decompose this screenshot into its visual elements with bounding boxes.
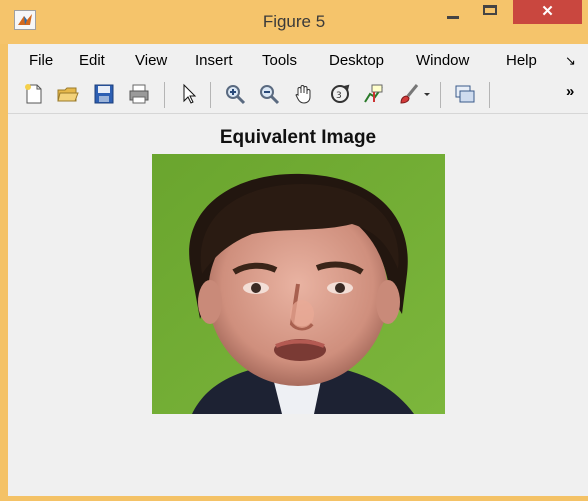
menu-window[interactable]: Window [416, 52, 469, 69]
axes-title: Equivalent Image [219, 127, 377, 148]
print-icon[interactable] [127, 82, 151, 106]
brush-icon[interactable] [397, 82, 421, 106]
menu-desktop[interactable]: Desktop [329, 52, 384, 69]
maximize-icon [483, 5, 497, 15]
title-bar[interactable]: Figure 5 ✕ [0, 0, 588, 44]
select-pointer-icon[interactable] [177, 82, 201, 106]
minimize-icon [447, 16, 459, 19]
toolbar-separator [210, 82, 211, 108]
menu-insert[interactable]: Insert [195, 52, 233, 69]
close-button[interactable]: ✕ [513, 0, 582, 24]
rotate-3d-icon[interactable]: 3 [328, 82, 352, 106]
toolbar-separator [489, 82, 490, 108]
menu-file[interactable]: File [29, 52, 53, 69]
toolbar-separator [164, 82, 165, 108]
new-figure-icon[interactable] [22, 82, 46, 106]
svg-text:3: 3 [336, 91, 342, 101]
menu-overflow-icon[interactable]: ↘ [565, 53, 576, 69]
figure-window: Figure 5 ✕ File Edit View Insert Tools D… [0, 0, 588, 501]
brush-dropdown-icon[interactable] [422, 82, 432, 106]
face-image [152, 154, 445, 414]
maximize-button[interactable] [478, 0, 504, 22]
open-file-icon[interactable] [56, 82, 80, 106]
menu-tools[interactable]: Tools [262, 52, 297, 69]
menu-edit[interactable]: Edit [79, 52, 105, 69]
window-bottom-border [0, 496, 588, 501]
link-plot-icon[interactable] [453, 82, 477, 106]
menu-view[interactable]: View [135, 52, 167, 69]
zoom-in-icon[interactable] [223, 82, 247, 106]
data-cursor-icon[interactable] [362, 82, 386, 106]
menu-bar: File Edit View Insert Tools Desktop Wind… [8, 44, 588, 74]
figure-canvas: Equivalent Image [8, 114, 588, 496]
menu-help[interactable]: Help [506, 52, 537, 69]
toolbar-separator [440, 82, 441, 108]
minimize-button[interactable] [440, 0, 466, 22]
zoom-out-icon[interactable] [257, 82, 281, 106]
toolbar: 3 » [8, 74, 588, 114]
toolbar-overflow-icon[interactable]: » [566, 83, 574, 100]
save-icon[interactable] [92, 82, 116, 106]
pan-hand-icon[interactable] [292, 82, 316, 106]
